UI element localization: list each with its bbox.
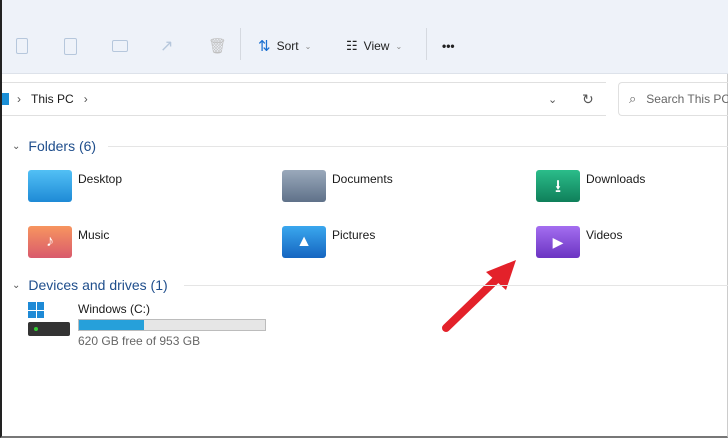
drive-free-space: 620 GB free of 953 GB bbox=[78, 334, 201, 348]
divider bbox=[108, 146, 728, 147]
drives-section-header[interactable]: ⌄ Devices and drives (1) bbox=[12, 277, 168, 293]
divider bbox=[426, 28, 427, 60]
desktop-folder-icon bbox=[28, 170, 72, 202]
view-icon: ☷ bbox=[346, 38, 358, 53]
this-pc-icon bbox=[2, 93, 9, 105]
folder-label: Music bbox=[78, 228, 110, 242]
folder-label: Documents bbox=[332, 172, 393, 186]
search-input[interactable]: ⌕ Search This PC bbox=[618, 82, 728, 116]
folder-label: Desktop bbox=[78, 172, 123, 186]
sort-button[interactable]: ⇅ Sort ⌄ bbox=[258, 34, 311, 58]
folder-videos[interactable]: ▶ Videos bbox=[536, 226, 622, 258]
rename-icon bbox=[112, 40, 128, 52]
sort-icon: ⇅ bbox=[258, 38, 271, 55]
rename-button[interactable] bbox=[112, 34, 128, 58]
refresh-icon[interactable]: ↻ bbox=[582, 91, 594, 108]
folder-label: Videos bbox=[586, 228, 623, 242]
downloads-folder-icon: ⭳ bbox=[536, 170, 580, 202]
chevron-down-icon: ⌄ bbox=[12, 140, 21, 152]
drive-icon bbox=[28, 302, 72, 338]
copy-icon bbox=[16, 38, 28, 54]
search-icon: ⌕ bbox=[629, 91, 637, 106]
more-icon: ••• bbox=[442, 39, 455, 53]
chevron-right-icon[interactable]: › bbox=[84, 92, 88, 106]
documents-folder-icon bbox=[282, 170, 326, 202]
folder-music[interactable]: ♪ Music bbox=[28, 226, 109, 258]
folder-downloads[interactable]: ⭳ Downloads bbox=[536, 170, 645, 202]
trash-icon: 🗑 bbox=[208, 38, 228, 55]
address-bar[interactable]: › This PC › ⌄ ↻ bbox=[2, 82, 606, 116]
paste-button[interactable] bbox=[64, 34, 77, 58]
sort-label: Sort bbox=[276, 39, 299, 53]
drive-windows-c[interactable]: Windows (C:) 620 GB free of 953 GB bbox=[28, 302, 266, 348]
breadcrumb-this-pc[interactable]: This PC bbox=[31, 92, 74, 106]
paste-icon bbox=[64, 37, 77, 55]
chevron-right-icon: › bbox=[17, 92, 21, 106]
more-options-button[interactable]: ••• bbox=[442, 34, 455, 58]
view-button[interactable]: ☷ View ⌄ bbox=[346, 34, 402, 58]
drives-header-label: Devices and drives (1) bbox=[28, 277, 168, 293]
red-arrow-annotation bbox=[442, 260, 516, 332]
view-label: View bbox=[363, 39, 390, 53]
divider bbox=[184, 285, 728, 286]
drive-label: Windows (C:) bbox=[78, 302, 151, 316]
copy-button[interactable] bbox=[16, 34, 28, 58]
folder-label: Pictures bbox=[332, 228, 376, 242]
drive-usage-fill bbox=[79, 320, 145, 330]
folders-header-label: Folders (6) bbox=[28, 138, 97, 154]
folder-pictures[interactable]: ▲ Pictures bbox=[282, 226, 375, 258]
chevron-down-icon: ⌄ bbox=[12, 279, 21, 291]
share-button[interactable]: ↗ bbox=[160, 34, 173, 58]
folder-label: Downloads bbox=[586, 172, 646, 186]
command-bar: ↗ 🗑 ⇅ Sort ⌄ ☷ View ⌄ ••• bbox=[2, 0, 728, 74]
divider bbox=[240, 28, 241, 60]
drive-usage-bar bbox=[78, 319, 266, 331]
folders-section-header[interactable]: ⌄ Folders (6) bbox=[12, 138, 96, 154]
folder-desktop[interactable]: Desktop bbox=[28, 170, 122, 202]
history-dropdown-icon[interactable]: ⌄ bbox=[548, 93, 557, 106]
music-folder-icon: ♪ bbox=[28, 226, 72, 258]
chevron-down-icon: ⌄ bbox=[304, 41, 312, 51]
share-icon: ↗ bbox=[160, 38, 174, 55]
folder-documents[interactable]: Documents bbox=[282, 170, 393, 202]
videos-folder-icon: ▶ bbox=[536, 226, 580, 258]
delete-button[interactable]: 🗑 bbox=[208, 34, 227, 58]
search-placeholder: Search This PC bbox=[646, 92, 728, 106]
chevron-down-icon: ⌄ bbox=[395, 41, 403, 51]
pictures-folder-icon: ▲ bbox=[282, 226, 326, 258]
